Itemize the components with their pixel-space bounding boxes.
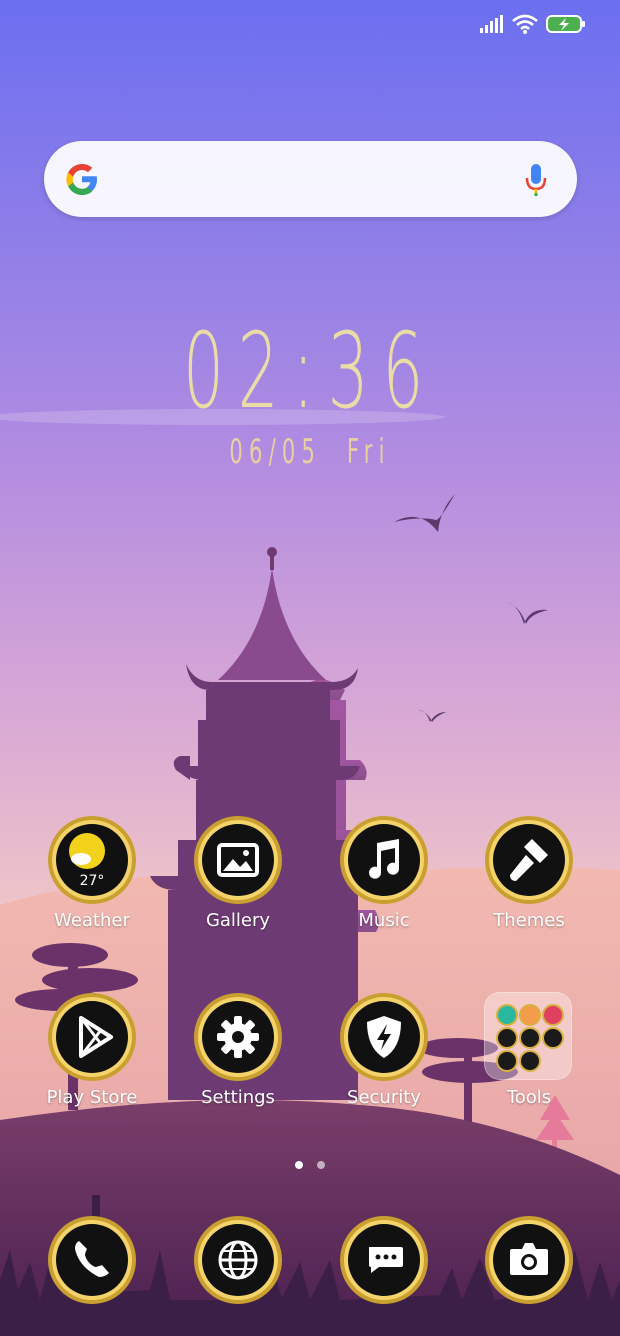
app-security[interactable]: Security <box>319 992 449 1122</box>
dock-camera[interactable] <box>464 1215 594 1307</box>
globe-icon <box>194 1216 282 1304</box>
weather-temp: 27° <box>79 873 105 889</box>
messages-icon <box>340 1216 428 1304</box>
app-settings[interactable]: Settings <box>173 992 303 1122</box>
phone-icon <box>48 1216 136 1304</box>
app-label: Settings <box>201 1087 275 1108</box>
app-gallery[interactable]: Gallery <box>173 815 303 945</box>
status-bar <box>480 14 586 34</box>
folder-icon <box>484 992 572 1080</box>
dock-messages[interactable] <box>319 1215 449 1307</box>
app-label: Security <box>347 1087 421 1108</box>
camera-icon <box>485 1216 573 1304</box>
app-label: Play Store <box>46 1087 138 1108</box>
page-indicator <box>295 1161 325 1169</box>
app-label: Themes <box>493 910 565 931</box>
gallery-icon <box>194 816 282 904</box>
wifi-icon <box>512 14 538 34</box>
battery-charging-icon <box>546 15 585 33</box>
app-label: Gallery <box>205 910 271 931</box>
signal-icon <box>480 15 503 33</box>
dock-browser[interactable] <box>173 1215 303 1307</box>
home-screen: 02:36 06/05 Fri 27° Weather Gallery Musi… <box>0 0 620 1336</box>
google-g-icon <box>66 164 97 195</box>
app-weather[interactable]: 27° Weather <box>27 815 157 945</box>
dock-phone[interactable] <box>27 1215 157 1307</box>
app-label: Music <box>358 910 410 931</box>
date-value: 06/05 <box>229 432 322 472</box>
gear-icon <box>194 993 282 1081</box>
music-note-icon <box>340 816 428 904</box>
mic-icon[interactable] <box>525 163 547 197</box>
weather-icon <box>48 816 136 904</box>
paintbrush-icon <box>485 816 573 904</box>
clock-date[interactable]: 06/05 Fri <box>118 432 502 472</box>
weekday: Fri <box>346 432 391 472</box>
google-search-bar[interactable] <box>44 141 577 217</box>
page-dot-active[interactable] <box>295 1161 303 1169</box>
app-label: Tools <box>506 1087 552 1108</box>
app-play-store[interactable]: Play Store <box>27 992 157 1122</box>
page-dot[interactable] <box>317 1161 325 1169</box>
clock-time[interactable]: 02:36 <box>118 310 502 432</box>
app-music[interactable]: Music <box>319 815 449 945</box>
app-themes[interactable]: Themes <box>464 815 594 945</box>
app-tools-folder[interactable]: Tools <box>464 992 594 1122</box>
play-store-icon <box>48 993 136 1081</box>
shield-bolt-icon <box>340 993 428 1081</box>
app-label: Weather <box>54 910 130 931</box>
